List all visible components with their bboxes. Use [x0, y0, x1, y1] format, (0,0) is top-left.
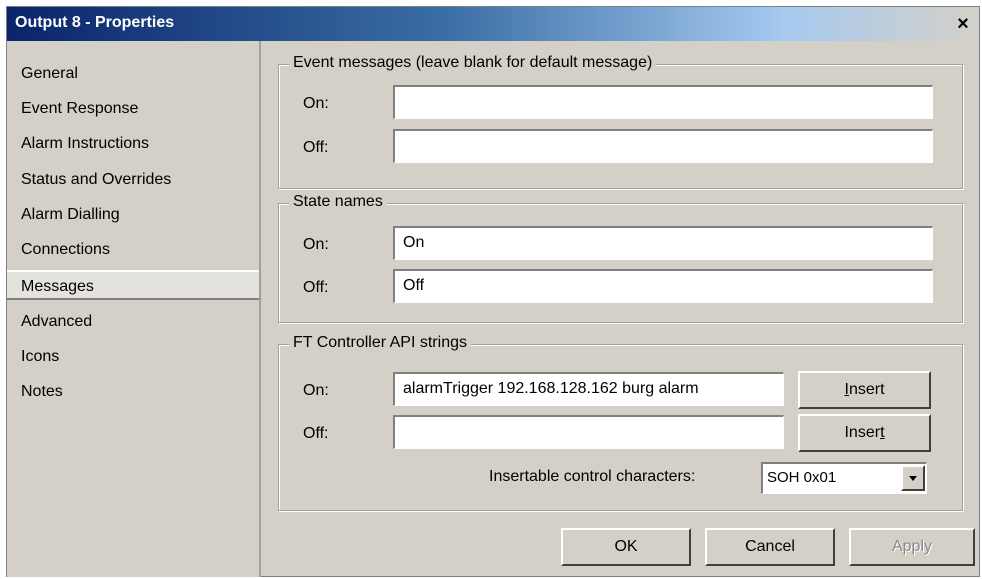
- event-on-input[interactable]: [393, 85, 933, 119]
- sidebar-item-notes[interactable]: Notes: [21, 377, 63, 407]
- control-chars-value: SOH 0x01: [767, 469, 837, 486]
- state-on-input[interactable]: On: [393, 226, 933, 260]
- sidebar-item-status-and-overrides[interactable]: Status and Overrides: [21, 165, 171, 195]
- properties-dialog: Output 8 - Properties × General Event Re…: [6, 6, 980, 577]
- api-strings-title: FT Controller API strings: [289, 334, 471, 352]
- apply-button[interactable]: Apply: [849, 528, 975, 566]
- state-on-label: On:: [303, 236, 329, 253]
- sidebar-item-advanced[interactable]: Advanced: [21, 307, 92, 337]
- sidebar-item-alarm-instructions[interactable]: Alarm Instructions: [21, 129, 149, 159]
- sidebar-item-alarm-dialling[interactable]: Alarm Dialling: [21, 200, 120, 230]
- close-icon[interactable]: ×: [953, 14, 973, 34]
- api-on-input[interactable]: alarmTrigger 192.168.128.162 burg alarm: [393, 372, 784, 406]
- state-off-input[interactable]: Off: [393, 269, 933, 303]
- api-on-label: On:: [303, 382, 329, 399]
- dropdown-button[interactable]: [901, 465, 925, 491]
- sidebar: General Event Response Alarm Instruction…: [7, 41, 261, 577]
- api-off-label: Off:: [303, 425, 329, 442]
- control-chars-select[interactable]: SOH 0x01: [761, 462, 927, 494]
- event-messages-group: Event messages (leave blank for default …: [278, 54, 963, 189]
- event-messages-title: Event messages (leave blank for default …: [289, 54, 657, 72]
- sidebar-item-general[interactable]: General: [21, 59, 78, 89]
- sidebar-item-icons[interactable]: Icons: [21, 342, 59, 372]
- insert-on-button[interactable]: Insert: [798, 371, 931, 409]
- event-off-label: Off:: [303, 139, 329, 156]
- window-title: Output 8 - Properties: [15, 14, 175, 31]
- chevron-down-icon: [909, 476, 917, 481]
- sidebar-item-messages[interactable]: Messages: [7, 270, 259, 300]
- ok-button[interactable]: OK: [561, 528, 691, 566]
- title-bar[interactable]: Output 8 - Properties ×: [7, 7, 979, 41]
- state-names-group: State names On: On Off: Off: [278, 193, 963, 323]
- state-off-label: Off:: [303, 279, 329, 296]
- cancel-button[interactable]: Cancel: [705, 528, 835, 566]
- api-strings-group: FT Controller API strings On: alarmTrigg…: [278, 334, 963, 511]
- event-on-label: On:: [303, 95, 329, 112]
- sidebar-item-event-response[interactable]: Event Response: [21, 94, 138, 124]
- sidebar-item-connections[interactable]: Connections: [21, 235, 110, 265]
- api-off-input[interactable]: [393, 415, 784, 449]
- control-chars-label: Insertable control characters:: [489, 468, 696, 485]
- event-off-input[interactable]: [393, 129, 933, 163]
- state-names-title: State names: [289, 193, 387, 211]
- insert-off-button[interactable]: Insert: [798, 414, 931, 452]
